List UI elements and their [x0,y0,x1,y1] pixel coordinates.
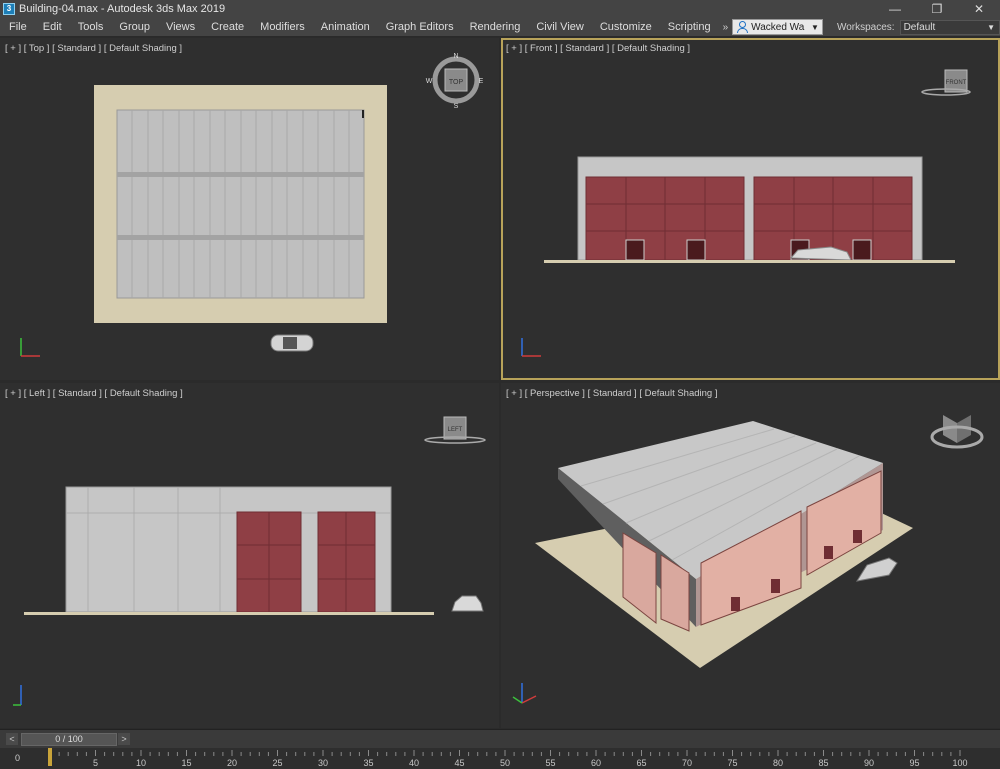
compass-south: S [454,103,459,110]
track-bar[interactable]: 5 10 15 20 25 30 35 40 45 50 55 60 65 70 75 80 85 90 95 100… [0,748,1000,769]
user-icon [736,21,749,33]
ruler-tick-label: 95 [909,758,919,768]
window-title: Building-04.max - Autodesk 3ds Max 2019 [19,3,226,15]
viewport-label-front[interactable]: [ + ] [ Front ] [ Standard ] [ Default S… [506,43,690,54]
top-view-scene: TOP N E S W [20,53,484,357]
ruler-tick-label: 15 [181,758,191,768]
app-logo-icon[interactable]: 3 [3,3,15,15]
roof-ridge-1 [117,172,364,177]
menu-views[interactable]: Views [158,18,203,37]
caret-down-icon: ▼ [811,22,819,32]
user-account-dropdown[interactable]: Wacked Wa ▼ [732,19,823,35]
view-cube-label: LEFT [448,427,463,433]
ruler-tick-label: 50 [500,758,510,768]
menu-rendering[interactable]: Rendering [462,18,529,37]
menu-create[interactable]: Create [203,18,252,37]
user-name: Wacked Wa [751,21,805,33]
door-2 [686,239,706,261]
axis-tripod-icon [13,685,22,706]
menu-graph-editors[interactable]: Graph Editors [378,18,462,37]
door-p-1 [731,597,740,611]
menu-overflow-chevron-icon[interactable]: » [723,22,729,33]
ruler-tick-label: 70 [682,758,692,768]
door-1 [625,239,645,261]
perspective-scene [512,415,984,704]
view-cube-label: TOP [449,79,464,86]
viewport-top[interactable]: TOP N E S W [ + ] [ Top ] [ Standard ] [… [0,38,499,380]
car-side-view [451,595,484,612]
axis-tripod-icon [521,338,541,357]
menu-modifiers[interactable]: Modifiers [252,18,313,37]
menu-group[interactable]: Group [111,18,158,37]
ruler-tick-label: 20 [227,758,237,768]
compass-north: N [453,53,458,60]
ruler-start-label: 0 [15,753,21,763]
roof-marker [362,110,364,118]
ruler-tick-label: 25 [272,758,282,768]
workspace-select[interactable]: Default ▼ [899,19,1000,35]
ruler-tick-label: 30 [318,758,328,768]
viewport-label-left[interactable]: [ + ] [ Left ] [ Standard ] [ Default Sh… [5,388,183,399]
window-controls: — ❐ ✕ [874,0,1000,18]
door-4 [852,239,872,261]
menu-civil-view[interactable]: Civil View [528,18,591,37]
front-view-scene: FRONT [521,69,971,357]
minimize-button[interactable]: — [874,0,916,18]
menu-bar: File Edit Tools Group Views Create Modif… [0,18,1000,37]
menu-scripting[interactable]: Scripting [660,18,719,37]
menu-file[interactable]: File [0,18,35,37]
car-roof [283,337,297,349]
menu-tools[interactable]: Tools [70,18,112,37]
ground-slab-front [544,260,955,263]
viewport-label-perspective[interactable]: [ + ] [ Perspective ] [ Standard ] [ Def… [506,388,718,399]
ground-slab-left [24,612,434,615]
ruler-tick-label: 55 [545,758,555,768]
ruler-tick-label: 80 [773,758,783,768]
viewport-left[interactable]: LEFT [ + ] [ Left ] [ Standard ] [ Defau… [0,383,499,728]
time-slider[interactable]: < 0 / 100 > [0,729,1000,748]
ruler-tick-label: 85 [818,758,828,768]
title-bar: 3 Building-04.max - Autodesk 3ds Max 201… [0,0,1000,18]
viewport-label-top[interactable]: [ + ] [ Top ] [ Standard ] [ Default Sha… [5,43,182,54]
menu-edit[interactable]: Edit [35,18,70,37]
time-slider-prev-button[interactable]: < [6,733,18,745]
view-cube-label: FRONT [946,80,967,86]
workspace-value: Default [903,21,936,33]
time-slider-next-button[interactable]: > [118,733,130,745]
menu-animation[interactable]: Animation [313,18,378,37]
door-p-2 [771,579,780,593]
ruler-tick-label: 60 [591,758,601,768]
ruler-tick-label: 40 [409,758,419,768]
menu-customize[interactable]: Customize [592,18,660,37]
compass-west: W [426,78,433,85]
compass-east: E [479,78,484,85]
caret-down-icon: ▼ [987,22,995,32]
maximize-button[interactable]: ❐ [916,0,958,18]
close-button[interactable]: ✕ [958,0,1000,18]
door-p-4 [853,530,862,543]
axis-tripod-icon [20,338,40,357]
time-slider-thumb[interactable]: 0 / 100 [21,733,117,746]
ruler-tick-label: 10 [136,758,146,768]
ruler-tick-label: 100 [952,758,967,768]
viewport-perspective[interactable]: [ + ] [ Perspective ] [ Standard ] [ Def… [501,383,1000,728]
track-bar-ruler: 5 10 15 20 25 30 35 40 45 50 55 60 65 70 75 80 85 90 95 100 [48,748,968,768]
ruler-tick-label: 65 [636,758,646,768]
current-frame-marker[interactable] [48,748,52,766]
car-perspective [855,557,898,582]
door-p-3 [824,546,833,559]
axis-tripod-icon [512,683,537,704]
left-view-scene: LEFT [13,416,486,706]
ruler-tick-label: 75 [727,758,737,768]
ruler-tick-label: 35 [363,758,373,768]
ruler-tick-label: 90 [864,758,874,768]
viewport-front[interactable]: FRONT [ + ] [ Front ] [ Standard ] [ Def… [501,38,1000,380]
ruler-tick-label: 45 [454,758,464,768]
ruler-tick-label: 5 [93,758,98,768]
workspaces-label: Workspaces: [836,21,895,33]
roof-ridge-2 [117,235,364,240]
